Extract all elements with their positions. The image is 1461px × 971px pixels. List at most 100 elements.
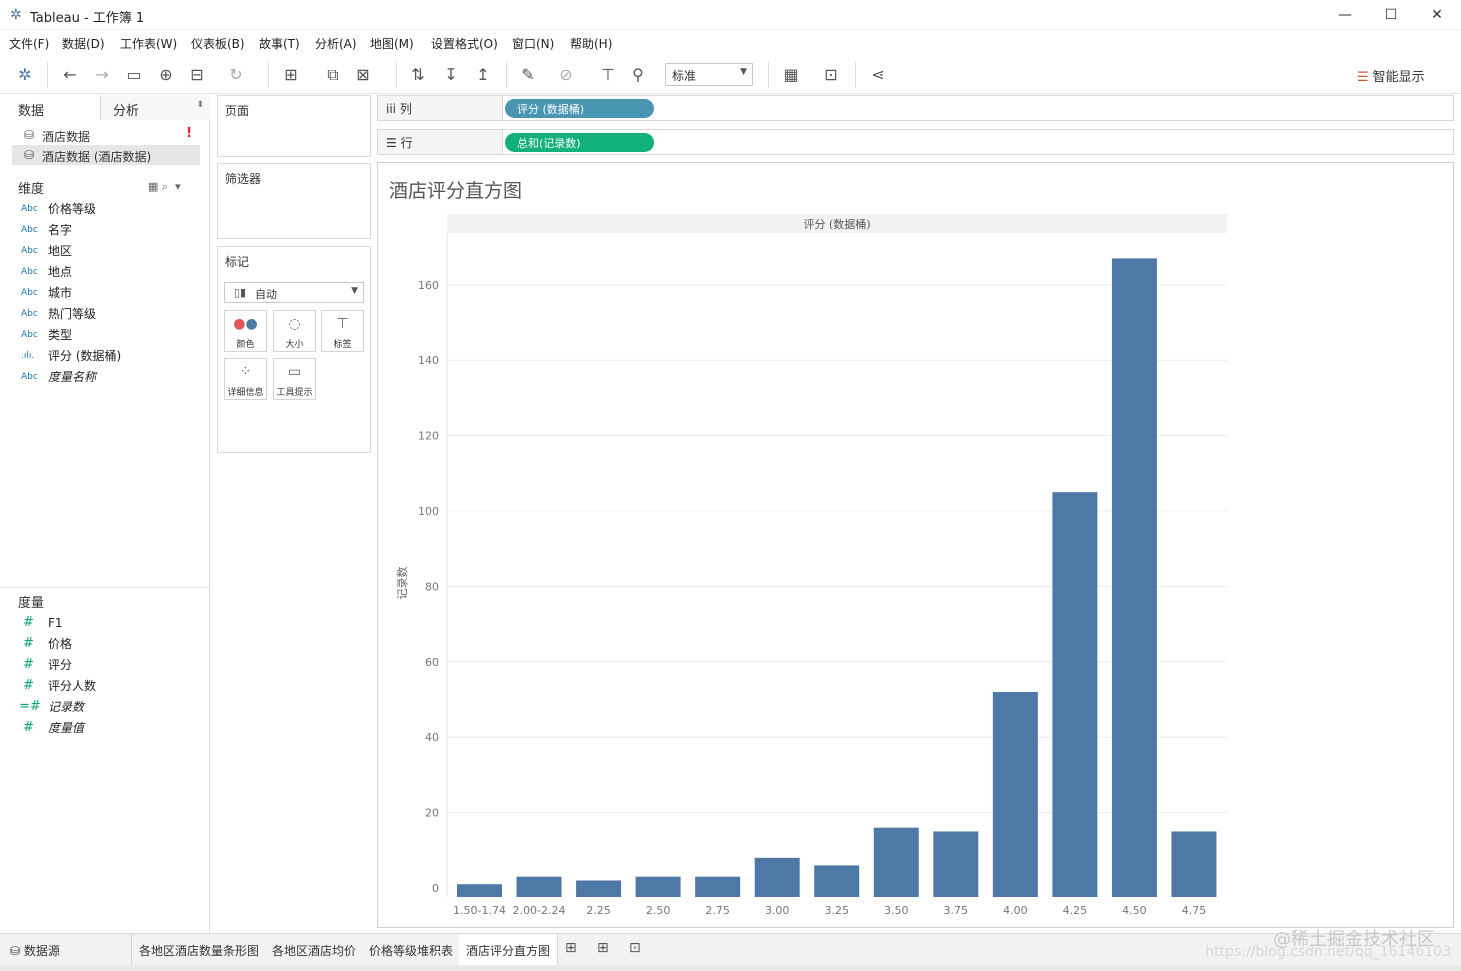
smart-show-button[interactable]: ☰ 智能显示 [1357, 66, 1425, 85]
sheet-tab[interactable]: 各地区酒店数量条形图 [132, 934, 268, 965]
menu-story[interactable]: 故事(T) [259, 35, 300, 52]
sort-descending-icon[interactable]: ↥ [472, 64, 494, 86]
columns-label: 列 [399, 102, 412, 116]
rows-pill[interactable]: 总和(记录数) [505, 133, 654, 152]
swap-rows-columns-icon[interactable]: ⇅ [407, 64, 429, 86]
menu-dashboard[interactable]: 仪表板(B) [191, 35, 245, 52]
maximize-button[interactable]: ☐ [1371, 4, 1411, 26]
dimension-field[interactable]: Abc 类型 [18, 325, 206, 345]
menu-map[interactable]: 地图(M) [370, 35, 414, 52]
database-icon: ⛁ [24, 128, 35, 142]
menu-help[interactable]: 帮助(H) [570, 35, 612, 52]
chevron-down-icon[interactable]: ▾ [175, 180, 181, 193]
tableau-home-icon[interactable]: ✲ [14, 64, 36, 86]
datasource-tab[interactable]: ⛁ 数据源 [0, 934, 132, 965]
histogram-bar [754, 857, 800, 897]
histogram-bar [1171, 831, 1217, 897]
detail-button[interactable]: ⁘ 详细信息 [224, 358, 267, 400]
menu-format[interactable]: 设置格式(O) [431, 35, 498, 52]
histogram-bar [873, 827, 919, 897]
measure-field[interactable]: # 度量值 [18, 718, 206, 738]
columns-shelf[interactable]: iii 列 评分 (数据桶) [377, 95, 1454, 121]
measure-field[interactable]: # 评分人数 [18, 676, 206, 696]
list-view-icon[interactable]: ▦ [148, 180, 158, 193]
show-labels-icon[interactable]: ⊤ [597, 64, 619, 86]
y-tick-label: 60 [425, 656, 439, 669]
pane-divider[interactable] [0, 587, 210, 588]
show-cards-icon[interactable]: ▦ [780, 64, 802, 86]
field-name: F1 [48, 616, 63, 630]
field-name: 地区 [48, 244, 73, 258]
search-icon[interactable]: ⌕ [162, 180, 168, 193]
color-button[interactable]: ●● 颜色 [224, 310, 267, 352]
sheet-tab[interactable]: 各地区酒店均价 [265, 934, 365, 965]
save-icon[interactable]: ▭ [123, 64, 145, 86]
menu-window[interactable]: 窗口(N) [512, 35, 554, 52]
x-tick-label: 2.25 [586, 904, 611, 917]
menu-analysis[interactable]: 分析(A) [315, 35, 357, 52]
fit-select[interactable]: 标准 ▼ [665, 63, 753, 86]
datasource-tab-label: 数据源 [23, 944, 60, 958]
dimension-field[interactable]: .ılı. 评分 (数据桶) [18, 346, 206, 366]
sheet-tab-active[interactable]: 酒店评分直方图 [459, 934, 559, 965]
tooltip-button[interactable]: ▭ 工具提示 [273, 358, 316, 400]
y-tick-label: 120 [418, 430, 439, 443]
dimension-field[interactable]: Abc 名字 [18, 220, 206, 240]
dimension-field[interactable]: Abc 价格等级 [18, 199, 206, 219]
sort-ascending-icon[interactable]: ↧ [440, 64, 462, 86]
size-button[interactable]: ◌ 大小 [273, 310, 316, 352]
filters-card[interactable]: 筛选器 [217, 163, 371, 239]
datasource-item[interactable]: ⛁ 酒店数据 ! [12, 125, 200, 145]
dimension-field[interactable]: Abc 热门等级 [18, 304, 206, 324]
refresh-icon[interactable]: ↻ [225, 64, 247, 86]
tab-data[interactable]: 数据 [0, 95, 101, 120]
new-worksheet-icon[interactable]: ⊞ [280, 64, 302, 86]
menu-worksheet[interactable]: 工作表(W) [120, 35, 177, 52]
measure-field[interactable]: # 价格 [18, 634, 206, 654]
label-button[interactable]: ⊤ 标签 [321, 310, 364, 352]
dimension-field[interactable]: Abc 地点 [18, 262, 206, 282]
measure-field[interactable]: =# 记录数 [18, 697, 206, 717]
new-dashboard-icon[interactable]: ⊞ [597, 940, 609, 956]
group-icon[interactable]: ⊘ [555, 64, 577, 86]
y-tick-label: 160 [418, 279, 439, 292]
fit-select-value: 标准 [672, 69, 697, 83]
new-datasource-icon[interactable]: ⊕ [155, 64, 177, 86]
pages-card[interactable]: 页面 [217, 95, 371, 157]
rows-shelf[interactable]: ☰ 行 总和(记录数) [377, 129, 1454, 155]
columns-pill[interactable]: 评分 (数据桶) [505, 99, 654, 118]
string-type-icon: Abc [21, 372, 38, 382]
x-tick-label: 2.50 [646, 904, 671, 917]
chevron-down-icon: ▼ [351, 286, 358, 296]
menu-file[interactable]: 文件(F) [9, 35, 49, 52]
menu-data[interactable]: 数据(D) [62, 35, 105, 52]
presentation-mode-icon[interactable]: ⊡ [820, 64, 842, 86]
number-type-icon: # [23, 720, 34, 735]
y-tick-label: 140 [418, 354, 439, 367]
dimension-field[interactable]: Abc 地区 [18, 241, 206, 261]
marks-type-select[interactable]: ▯▮ 自动 ▼ [224, 282, 364, 303]
status-bar [0, 965, 1461, 971]
measure-field[interactable]: # 评分 [18, 655, 206, 675]
minimize-button[interactable]: — [1325, 4, 1365, 26]
datasource-item-active[interactable]: ⛁ 酒店数据 (酒店数据) [12, 145, 200, 165]
clear-sheet-icon[interactable]: ⊠ [352, 64, 374, 86]
dimension-field[interactable]: Abc 城市 [18, 283, 206, 303]
close-button[interactable]: ✕ [1417, 4, 1457, 26]
new-worksheet-icon[interactable]: ⊞ [565, 940, 577, 956]
share-icon[interactable]: ⋖ [867, 64, 889, 86]
sheet-tab[interactable]: 价格等级堆积表 [362, 934, 462, 965]
histogram-bar [695, 876, 741, 897]
duplicate-sheet-icon[interactable]: ⧉ [322, 64, 344, 86]
tab-analysis[interactable]: 分析 ⬍ [101, 95, 210, 120]
measure-field[interactable]: # F1 [18, 613, 206, 633]
highlight-icon[interactable]: ✎ [517, 64, 539, 86]
pause-updates-icon[interactable]: ⊟ [186, 64, 208, 86]
dimension-field[interactable]: Abc 度量名称 [18, 367, 206, 387]
dimensions-title: 维度 [18, 182, 45, 197]
new-story-icon[interactable]: ⊡ [629, 940, 641, 956]
pin-axes-icon[interactable]: ⚲ [627, 64, 649, 86]
redo-icon[interactable]: → [91, 64, 113, 86]
number-type-icon: # [23, 636, 34, 651]
undo-icon[interactable]: ← [59, 64, 81, 86]
